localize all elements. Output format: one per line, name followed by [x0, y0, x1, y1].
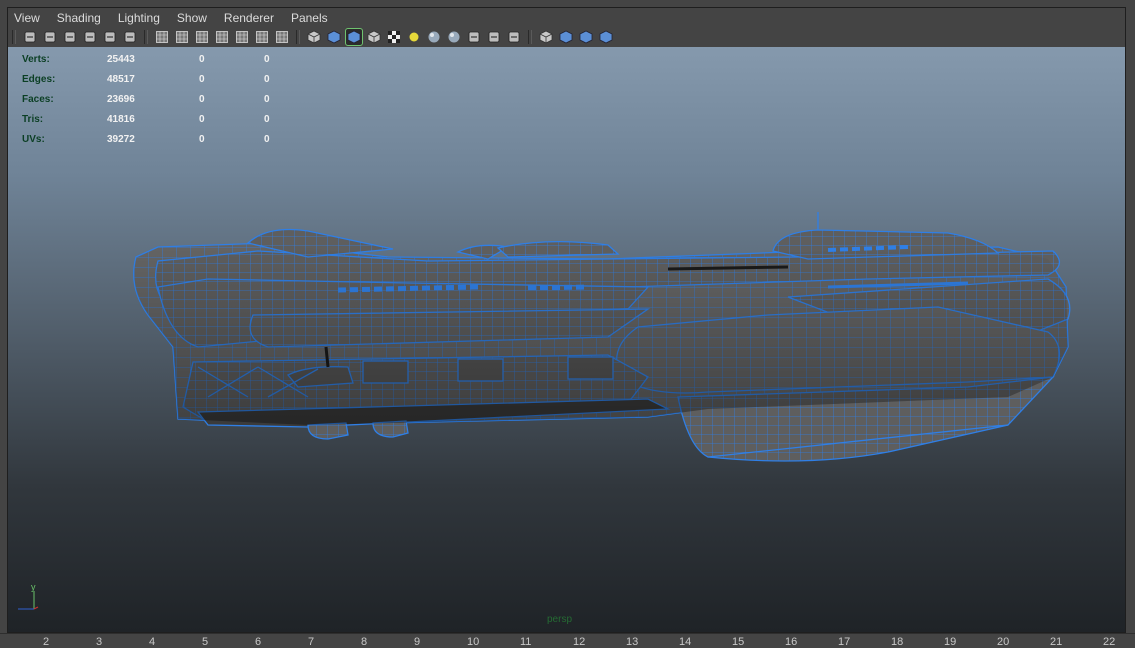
toolbar-separator — [528, 30, 532, 44]
image-plane-icon[interactable] — [82, 29, 98, 45]
timeline-tick: 14 — [679, 636, 692, 648]
xray-joints-icon[interactable] — [598, 29, 614, 45]
wireframe-icon[interactable] — [306, 29, 322, 45]
screen-space-ao-icon[interactable] — [446, 29, 462, 45]
timeline-tick: 12 — [573, 636, 586, 648]
model-panel: View Shading Lighting Show Renderer Pane… — [7, 7, 1126, 633]
timeline-tick: 3 — [96, 636, 103, 648]
flat-shade-icon[interactable] — [366, 29, 382, 45]
timeline-tick: 16 — [785, 636, 798, 648]
ship-hull — [133, 212, 1071, 462]
timeline-tick: 11 — [520, 636, 532, 648]
timeline-tick: 7 — [308, 636, 315, 648]
toolbar-separator — [144, 30, 148, 44]
toolbar-separator — [12, 30, 16, 44]
safe-title-icon[interactable] — [274, 29, 290, 45]
multisample-aa-icon[interactable] — [486, 29, 502, 45]
timeline-tick: 17 — [838, 636, 851, 648]
wireframe-on-shaded-icon[interactable] — [345, 28, 363, 46]
motion-blur-icon[interactable] — [466, 29, 482, 45]
timeline-tick: 15 — [732, 636, 745, 648]
menu-shading[interactable]: Shading — [57, 11, 101, 25]
timeline-tick: 6 — [255, 636, 262, 648]
menu-renderer[interactable]: Renderer — [224, 11, 274, 25]
xray-icon[interactable] — [558, 29, 574, 45]
resolution-gate-icon[interactable] — [194, 29, 210, 45]
timeline-tick: 18 — [891, 636, 904, 648]
timeline-tick: 2 — [43, 636, 50, 648]
view-axis-gizmo: y — [18, 582, 39, 610]
timeline-tick: 20 — [997, 636, 1010, 648]
isolate-select-icon[interactable] — [538, 29, 554, 45]
safe-action-icon[interactable] — [254, 29, 270, 45]
grease-pencil-icon[interactable] — [122, 29, 138, 45]
camera-attributes-icon[interactable] — [42, 29, 58, 45]
timeline-tick: 4 — [149, 636, 156, 648]
film-gate-icon[interactable] — [174, 29, 190, 45]
time-slider[interactable]: 2 3 4 5 6 7 8 9 10 11 12 13 14 15 16 17 18 19 20 21 22 — [0, 633, 1135, 648]
panel-toolbar — [8, 27, 1125, 47]
menu-show[interactable]: Show — [177, 11, 207, 25]
spaceship-wireframe-model[interactable] — [8, 47, 1125, 632]
menu-view[interactable]: View — [14, 11, 40, 25]
toolbar-separator — [296, 30, 300, 44]
shadows-icon[interactable] — [426, 29, 442, 45]
grid-icon[interactable] — [154, 29, 170, 45]
bookmarks-icon[interactable] — [62, 29, 78, 45]
timeline-tick: 5 — [202, 636, 209, 648]
menu-panels[interactable]: Panels — [291, 11, 328, 25]
use-all-lights-icon[interactable] — [406, 29, 422, 45]
2d-pan-zoom-icon[interactable] — [102, 29, 118, 45]
timeline-tick: 10 — [467, 636, 480, 648]
timeline-tick: 13 — [626, 636, 639, 648]
xray-active-components-icon[interactable] — [578, 29, 594, 45]
gate-mask-icon[interactable] — [214, 29, 230, 45]
depth-of-field-icon[interactable] — [506, 29, 522, 45]
field-chart-icon[interactable] — [234, 29, 250, 45]
smooth-shade-icon[interactable] — [326, 29, 342, 45]
timeline-tick: 9 — [414, 636, 421, 648]
select-camera-icon[interactable] — [22, 29, 38, 45]
axis-y-label: y — [31, 582, 36, 592]
textured-icon[interactable] — [386, 29, 402, 45]
timeline-tick: 19 — [944, 636, 957, 648]
timeline-tick: 8 — [361, 636, 368, 648]
menu-lighting[interactable]: Lighting — [118, 11, 160, 25]
timeline-tick: 22 — [1103, 636, 1116, 648]
panel-menubar: View Shading Lighting Show Renderer Pane… — [8, 8, 1125, 27]
viewport[interactable]: Verts: 25443 0 0 Edges: 48517 0 0 Faces: 23696 0 0 T… — [8, 47, 1125, 632]
timeline-tick: 21 — [1050, 636, 1063, 648]
camera-name-label: persp — [547, 614, 573, 625]
